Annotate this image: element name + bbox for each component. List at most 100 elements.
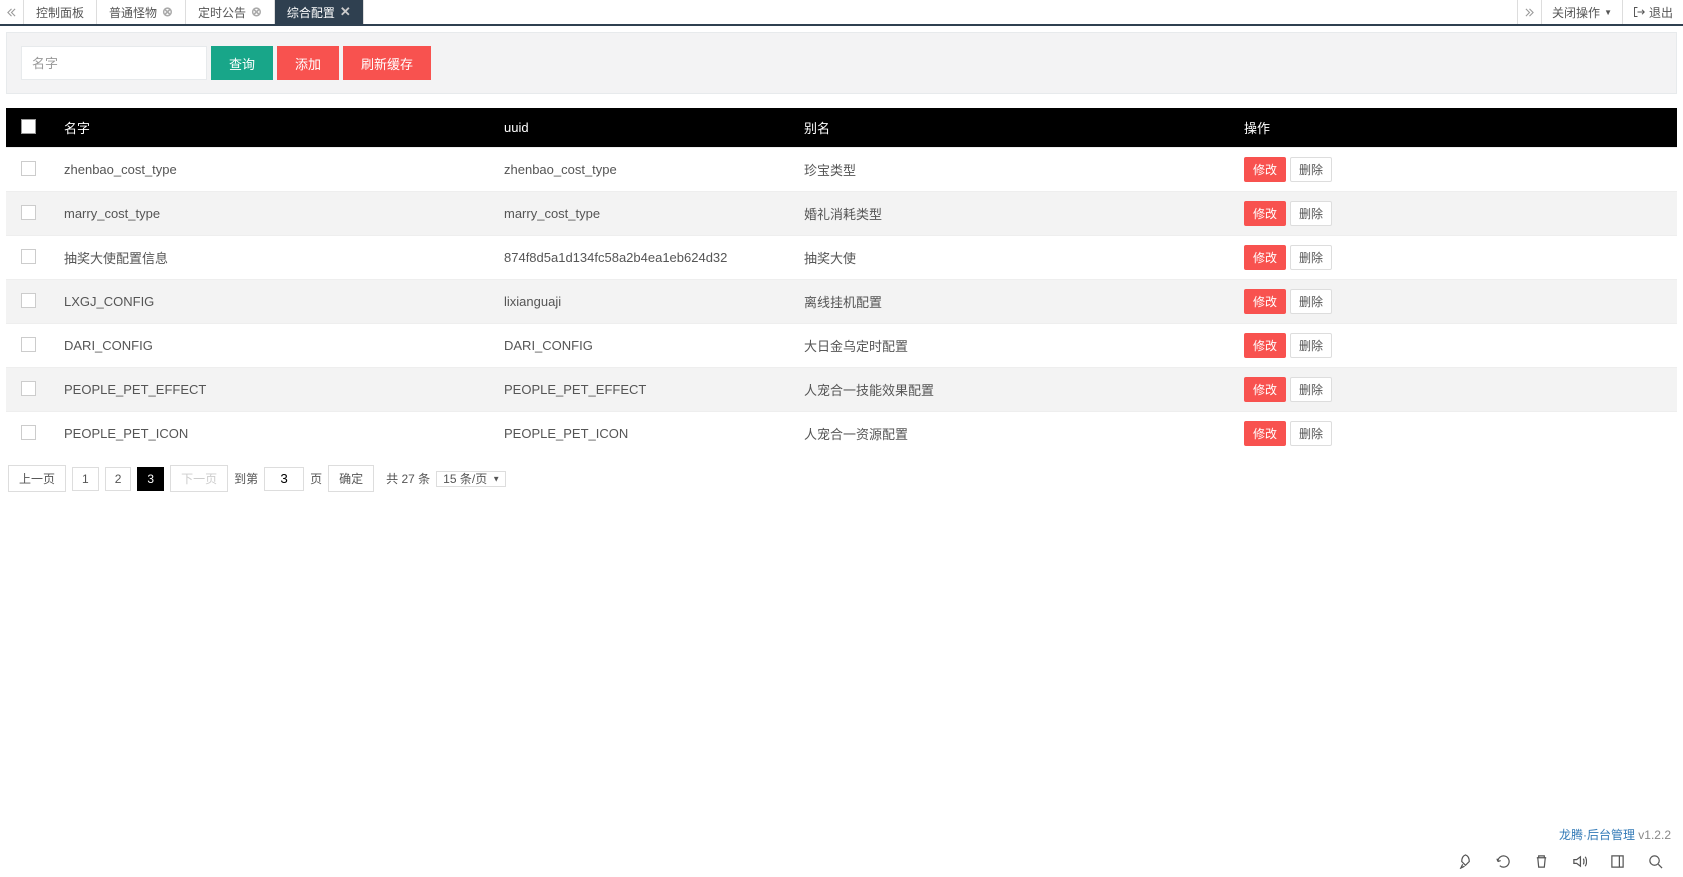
tab-1[interactable]: 普通怪物⊗ bbox=[97, 0, 186, 24]
page-size-value: 15 条/页 bbox=[436, 471, 506, 487]
cell-ops: 修改删除 bbox=[1230, 368, 1677, 412]
table-row: PEOPLE_PET_ICONPEOPLE_PET_ICON人宠合一资源配置修改… bbox=[6, 412, 1677, 456]
cell-alias: 离线挂机配置 bbox=[790, 280, 1230, 324]
row-checkbox[interactable] bbox=[21, 293, 36, 308]
edit-button[interactable]: 修改 bbox=[1244, 157, 1286, 182]
cell-uuid: marry_cost_type bbox=[490, 192, 790, 236]
col-header-uuid: uuid bbox=[490, 108, 790, 148]
search-icon[interactable] bbox=[1647, 853, 1663, 869]
cell-alias: 人宠合一资源配置 bbox=[790, 412, 1230, 456]
cell-ops: 修改删除 bbox=[1230, 148, 1677, 192]
close-ops-label: 关闭操作 bbox=[1552, 4, 1600, 21]
close-icon[interactable]: ⊗ bbox=[251, 4, 262, 20]
goto-label: 到第 bbox=[234, 470, 258, 487]
row-checkbox[interactable] bbox=[21, 381, 36, 396]
col-header-name: 名字 bbox=[50, 108, 490, 148]
page-size-select[interactable]: 15 条/页 bbox=[436, 470, 506, 487]
product-link[interactable]: 龙腾·后台管理 bbox=[1559, 828, 1635, 842]
tab-2[interactable]: 定时公告 ⊗ bbox=[186, 0, 275, 24]
table-row: PEOPLE_PET_EFFECTPEOPLE_PET_EFFECT人宠合一技能… bbox=[6, 368, 1677, 412]
tab-3[interactable]: 综合配置 ✕ bbox=[275, 0, 364, 24]
delete-button[interactable]: 删除 bbox=[1290, 157, 1332, 182]
cell-name: DARI_CONFIG bbox=[50, 324, 490, 368]
edit-button[interactable]: 修改 bbox=[1244, 421, 1286, 446]
add-button[interactable]: 添加 bbox=[277, 46, 339, 80]
edit-button[interactable]: 修改 bbox=[1244, 201, 1286, 226]
table-row: LXGJ_CONFIGlixianguaji离线挂机配置修改删除 bbox=[6, 280, 1677, 324]
cell-ops: 修改删除 bbox=[1230, 280, 1677, 324]
refresh-icon[interactable] bbox=[1495, 853, 1511, 869]
row-checkbox[interactable] bbox=[21, 161, 36, 176]
exit-icon bbox=[1633, 6, 1645, 18]
search-bar: 查询 添加 刷新缓存 bbox=[6, 32, 1677, 94]
trash-icon[interactable] bbox=[1533, 853, 1549, 869]
goto-confirm-button[interactable]: 确定 bbox=[328, 465, 374, 492]
cell-name: marry_cost_type bbox=[50, 192, 490, 236]
tabs-scroll-right-icon[interactable] bbox=[1517, 0, 1541, 24]
col-header-alias: 别名 bbox=[790, 108, 1230, 148]
delete-button[interactable]: 删除 bbox=[1290, 421, 1332, 446]
tab-label: 控制面板 bbox=[36, 4, 84, 21]
tab-label: 综合配置 bbox=[287, 4, 335, 21]
tabs-scroll-left-icon[interactable] bbox=[0, 0, 24, 24]
tab-label: 定时公告 bbox=[198, 4, 246, 21]
tab-bar: 控制面板普通怪物⊗ 定时公告 ⊗ 综合配置 ✕ 关闭操作 ▼ 退出 bbox=[0, 0, 1683, 26]
edit-button[interactable]: 修改 bbox=[1244, 289, 1286, 314]
fullscreen-icon[interactable] bbox=[1609, 853, 1625, 869]
page-unit: 页 bbox=[310, 470, 322, 487]
cell-uuid: lixianguaji bbox=[490, 280, 790, 324]
page-3[interactable]: 3 bbox=[137, 467, 164, 491]
total-count: 共 27 条 bbox=[386, 470, 430, 487]
edit-button[interactable]: 修改 bbox=[1244, 377, 1286, 402]
cell-uuid: DARI_CONFIG bbox=[490, 324, 790, 368]
cell-ops: 修改删除 bbox=[1230, 412, 1677, 456]
cell-alias: 人宠合一技能效果配置 bbox=[790, 368, 1230, 412]
exit-label: 退出 bbox=[1649, 4, 1673, 21]
cell-uuid: zhenbao_cost_type bbox=[490, 148, 790, 192]
cell-uuid: PEOPLE_PET_ICON bbox=[490, 412, 790, 456]
close-icon[interactable]: ⊗ bbox=[162, 4, 173, 20]
table-row: marry_cost_typemarry_cost_type婚礼消耗类型修改删除 bbox=[6, 192, 1677, 236]
col-header-op: 操作 bbox=[1230, 108, 1677, 148]
goto-page-input[interactable] bbox=[264, 467, 304, 491]
delete-button[interactable]: 删除 bbox=[1290, 289, 1332, 314]
row-checkbox[interactable] bbox=[21, 205, 36, 220]
row-checkbox[interactable] bbox=[21, 249, 36, 264]
cell-name: zhenbao_cost_type bbox=[50, 148, 490, 192]
table-row: zhenbao_cost_typezhenbao_cost_type珍宝类型修改… bbox=[6, 148, 1677, 192]
version-value: v1.2.2 bbox=[1638, 828, 1671, 842]
close-ops-dropdown[interactable]: 关闭操作 ▼ bbox=[1541, 0, 1622, 24]
config-table: 名字 uuid 别名 操作 zhenbao_cost_typezhenbao_c… bbox=[6, 108, 1677, 455]
sound-icon[interactable] bbox=[1571, 853, 1587, 869]
edit-button[interactable]: 修改 bbox=[1244, 245, 1286, 270]
rocket-icon[interactable] bbox=[1457, 853, 1473, 869]
footer: 龙腾·后台管理 v1.2.2 bbox=[1559, 826, 1671, 843]
row-checkbox[interactable] bbox=[21, 337, 36, 352]
pager-prev[interactable]: 上一页 bbox=[8, 465, 66, 492]
cell-name: LXGJ_CONFIG bbox=[50, 280, 490, 324]
table-row: DARI_CONFIGDARI_CONFIG大日金乌定时配置修改删除 bbox=[6, 324, 1677, 368]
row-checkbox[interactable] bbox=[21, 425, 36, 440]
checkbox-icon bbox=[21, 119, 36, 134]
bottom-toolbar bbox=[1437, 845, 1683, 877]
tab-0[interactable]: 控制面板 bbox=[24, 0, 97, 24]
page-2[interactable]: 2 bbox=[105, 467, 132, 491]
cell-ops: 修改删除 bbox=[1230, 236, 1677, 280]
cell-alias: 婚礼消耗类型 bbox=[790, 192, 1230, 236]
delete-button[interactable]: 删除 bbox=[1290, 201, 1332, 226]
edit-button[interactable]: 修改 bbox=[1244, 333, 1286, 358]
exit-button[interactable]: 退出 bbox=[1622, 0, 1683, 24]
cell-uuid: 874f8d5a1d134fc58a2b4ea1eb624d32 bbox=[490, 236, 790, 280]
cell-name: PEOPLE_PET_ICON bbox=[50, 412, 490, 456]
refresh-cache-button[interactable]: 刷新缓存 bbox=[343, 46, 431, 80]
col-select-all[interactable] bbox=[6, 108, 50, 148]
delete-button[interactable]: 删除 bbox=[1290, 245, 1332, 270]
delete-button[interactable]: 删除 bbox=[1290, 377, 1332, 402]
name-search-input[interactable] bbox=[21, 46, 207, 80]
cell-uuid: PEOPLE_PET_EFFECT bbox=[490, 368, 790, 412]
cell-ops: 修改删除 bbox=[1230, 324, 1677, 368]
query-button[interactable]: 查询 bbox=[211, 46, 273, 80]
page-1[interactable]: 1 bbox=[72, 467, 99, 491]
delete-button[interactable]: 删除 bbox=[1290, 333, 1332, 358]
close-icon[interactable]: ✕ bbox=[340, 4, 351, 20]
